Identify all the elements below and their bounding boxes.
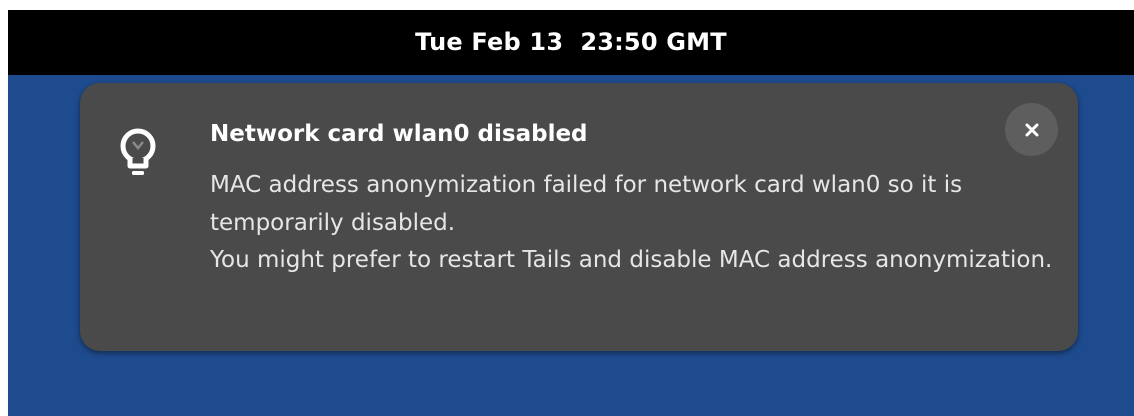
- notification-body-line: You might prefer to restart Tails and di…: [210, 247, 1053, 273]
- lightbulb-icon: [116, 125, 160, 187]
- top-bar: Tue Feb 13 23:50 GMT: [8, 10, 1134, 75]
- notification-banner[interactable]: Network card wlan0 disabled MAC address …: [80, 83, 1078, 351]
- notification-body: MAC address anonymization failed for net…: [210, 167, 1070, 280]
- clock[interactable]: Tue Feb 13 23:50 GMT: [415, 28, 727, 56]
- notification-title: Network card wlan0 disabled: [210, 121, 588, 147]
- desktop: Tue Feb 13 23:50 GMT Network card wlan0 …: [8, 10, 1134, 416]
- close-button[interactable]: [1005, 103, 1058, 156]
- close-icon: [1025, 123, 1038, 136]
- notification-body-line: MAC address anonymization failed for net…: [210, 172, 963, 236]
